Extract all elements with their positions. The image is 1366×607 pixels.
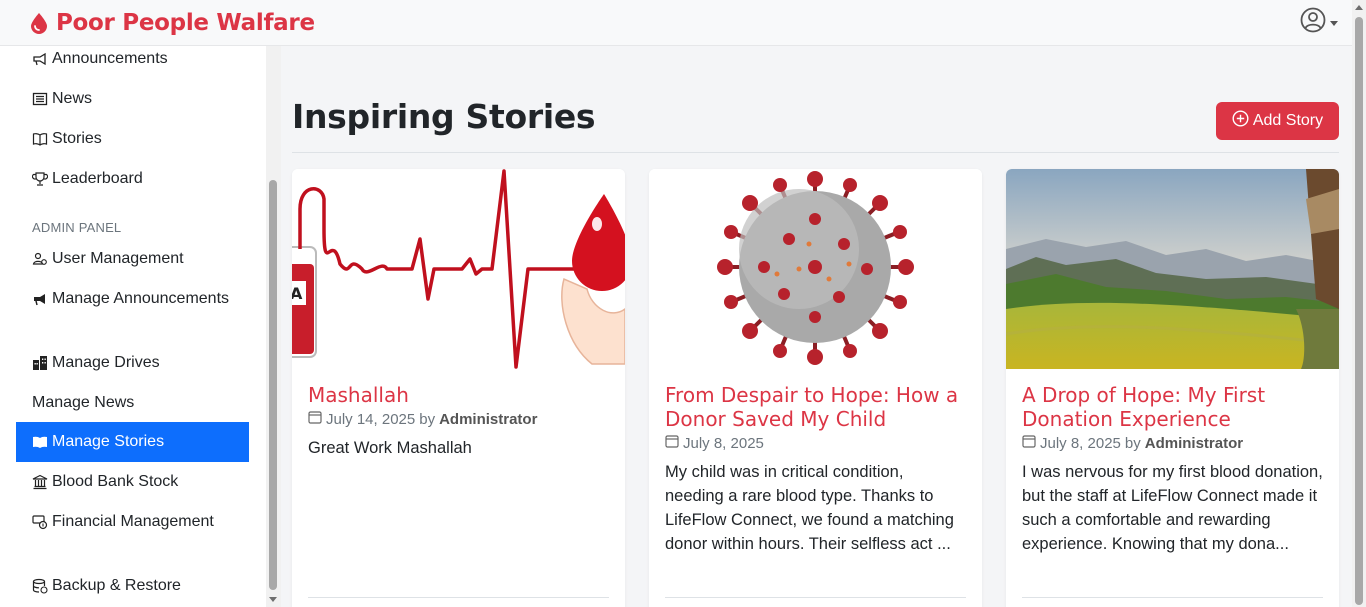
admin-panel-heading: ADMIN PANEL: [32, 220, 122, 235]
sidebar-item-label: News: [52, 90, 93, 107]
scroll-up-arrow-icon[interactable]: [1355, 5, 1363, 10]
sidebar-item-manage-drives[interactable]: Manage Drives: [16, 351, 249, 375]
card-divider: [308, 597, 609, 598]
sidebar-item-manage-announcements[interactable]: Manage Announcements: [16, 287, 249, 311]
story-title[interactable]: A Drop of Hope: My First Donation Experi…: [1022, 383, 1323, 431]
sidebar-item-leaderboard[interactable]: Leaderboard: [16, 167, 249, 191]
sidebar-item-label: Manage Drives: [52, 354, 160, 371]
sidebar-item-label: Financial Management: [52, 513, 214, 530]
sidebar-item-label: Manage Stories: [52, 433, 165, 450]
user-menu-toggle[interactable]: [1300, 7, 1338, 38]
story-by: by: [1124, 434, 1141, 452]
story-date: July 14, 2025: [326, 410, 416, 428]
sidebar-item-stories[interactable]: Stories: [16, 127, 249, 151]
add-story-label: Add Story: [1252, 112, 1324, 129]
bank-icon: [32, 474, 48, 490]
page-scrollbar[interactable]: [1352, 0, 1366, 607]
sidebar-item-blood-bank-stock[interactable]: Blood Bank Stock: [16, 470, 249, 494]
sidebar-scrollbar-thumb[interactable]: [269, 180, 277, 590]
brand-link[interactable]: Poor People Walfare: [30, 10, 315, 36]
sidebar-item-label: Manage News: [32, 394, 135, 411]
book-fill-icon: [32, 434, 48, 450]
sidebar-item-label: Manage Announcements: [52, 290, 230, 307]
story-date: July 8, 2025: [1040, 434, 1121, 452]
sidebar-item-manage-stories[interactable]: Manage Stories: [16, 422, 249, 462]
cash-coin-icon: [32, 514, 48, 530]
story-card[interactable]: A Mashallah July 14, 2025 by Administrat…: [292, 169, 625, 607]
calendar-icon: [665, 434, 679, 452]
sidebar-item-label: Backup & Restore: [52, 577, 181, 594]
story-author: Administrator: [439, 410, 538, 428]
story-title[interactable]: Mashallah: [308, 383, 609, 407]
story-excerpt: I was nervous for my first blood donatio…: [1022, 463, 1323, 553]
sidebar-item-label: Leaderboard: [52, 170, 143, 187]
story-date: July 8, 2025: [683, 434, 764, 452]
svg-text:A: A: [292, 284, 303, 303]
sidebar-item-label: User Management: [52, 250, 184, 267]
users-icon: [32, 251, 48, 267]
story-card-body: Mashallah July 14, 2025 by Administrator…: [308, 383, 609, 460]
sidebar-scrollbar[interactable]: [266, 46, 281, 607]
story-card-body: A Drop of Hope: My First Donation Experi…: [1022, 383, 1323, 556]
story-card-body: From Despair to Hope: How a Donor Saved …: [665, 383, 966, 556]
main-content: Inspiring Stories Add Story A Mashallah: [282, 46, 1352, 607]
megaphone-icon: [32, 51, 48, 67]
story-meta: July 8, 2025 by Administrator: [1022, 434, 1323, 452]
card-divider: [665, 597, 966, 598]
scroll-down-arrow-icon[interactable]: [269, 597, 277, 602]
card-divider: [1022, 597, 1323, 598]
story-by: by: [419, 410, 436, 428]
book-icon: [32, 131, 48, 147]
sidebar-item-news[interactable]: News: [16, 87, 249, 111]
top-navbar: Poor People Walfare: [0, 0, 1352, 46]
add-story-button[interactable]: Add Story: [1216, 102, 1339, 140]
sidebar-item-user-management[interactable]: User Management: [16, 247, 249, 271]
buildings-icon: [32, 355, 48, 371]
calendar-icon: [308, 410, 322, 428]
user-circle-icon: [1300, 7, 1326, 38]
chevron-down-icon: [1330, 21, 1338, 26]
story-image-landscape: [1006, 169, 1339, 369]
trophy-icon: [32, 171, 48, 187]
story-card[interactable]: From Despair to Hope: How a Donor Saved …: [649, 169, 982, 607]
brand-name: Poor People Walfare: [56, 9, 315, 36]
plus-circle-icon: [1232, 110, 1249, 132]
page-scrollbar-thumb[interactable]: [1355, 17, 1363, 605]
sidebar-item-backup-restore[interactable]: Backup & Restore: [16, 574, 249, 598]
story-author: Administrator: [1144, 434, 1244, 452]
story-meta: July 14, 2025 by Administrator: [308, 410, 609, 428]
sidebar-item-label: Stories: [52, 130, 102, 147]
blood-drop-icon: [30, 12, 48, 34]
calendar-icon: [1022, 434, 1036, 452]
story-excerpt: Great Work Mashallah: [308, 439, 472, 457]
sidebar: Announcements News Stories Leaderboard A…: [0, 46, 266, 607]
database-icon: [32, 578, 48, 594]
story-excerpt: My child was in critical condition, need…: [665, 463, 954, 553]
story-image-blood-donation: A: [292, 169, 625, 369]
page-title: Inspiring Stories: [292, 97, 596, 136]
story-title[interactable]: From Despair to Hope: How a Donor Saved …: [665, 383, 966, 431]
sidebar-item-announcements[interactable]: Announcements: [16, 47, 249, 71]
story-meta: July 8, 2025: [665, 434, 966, 452]
story-card[interactable]: A Drop of Hope: My First Donation Experi…: [1006, 169, 1339, 607]
sidebar-item-manage-news[interactable]: Manage News: [16, 391, 249, 415]
megaphone-fill-icon: [32, 291, 48, 307]
header-divider: [292, 152, 1339, 153]
newspaper-icon: [32, 91, 48, 107]
sidebar-item-financial-management[interactable]: Financial Management: [16, 510, 249, 534]
story-image-virus: [649, 169, 982, 369]
sidebar-item-label: Blood Bank Stock: [52, 473, 179, 490]
sidebar-item-label: Announcements: [52, 50, 168, 67]
